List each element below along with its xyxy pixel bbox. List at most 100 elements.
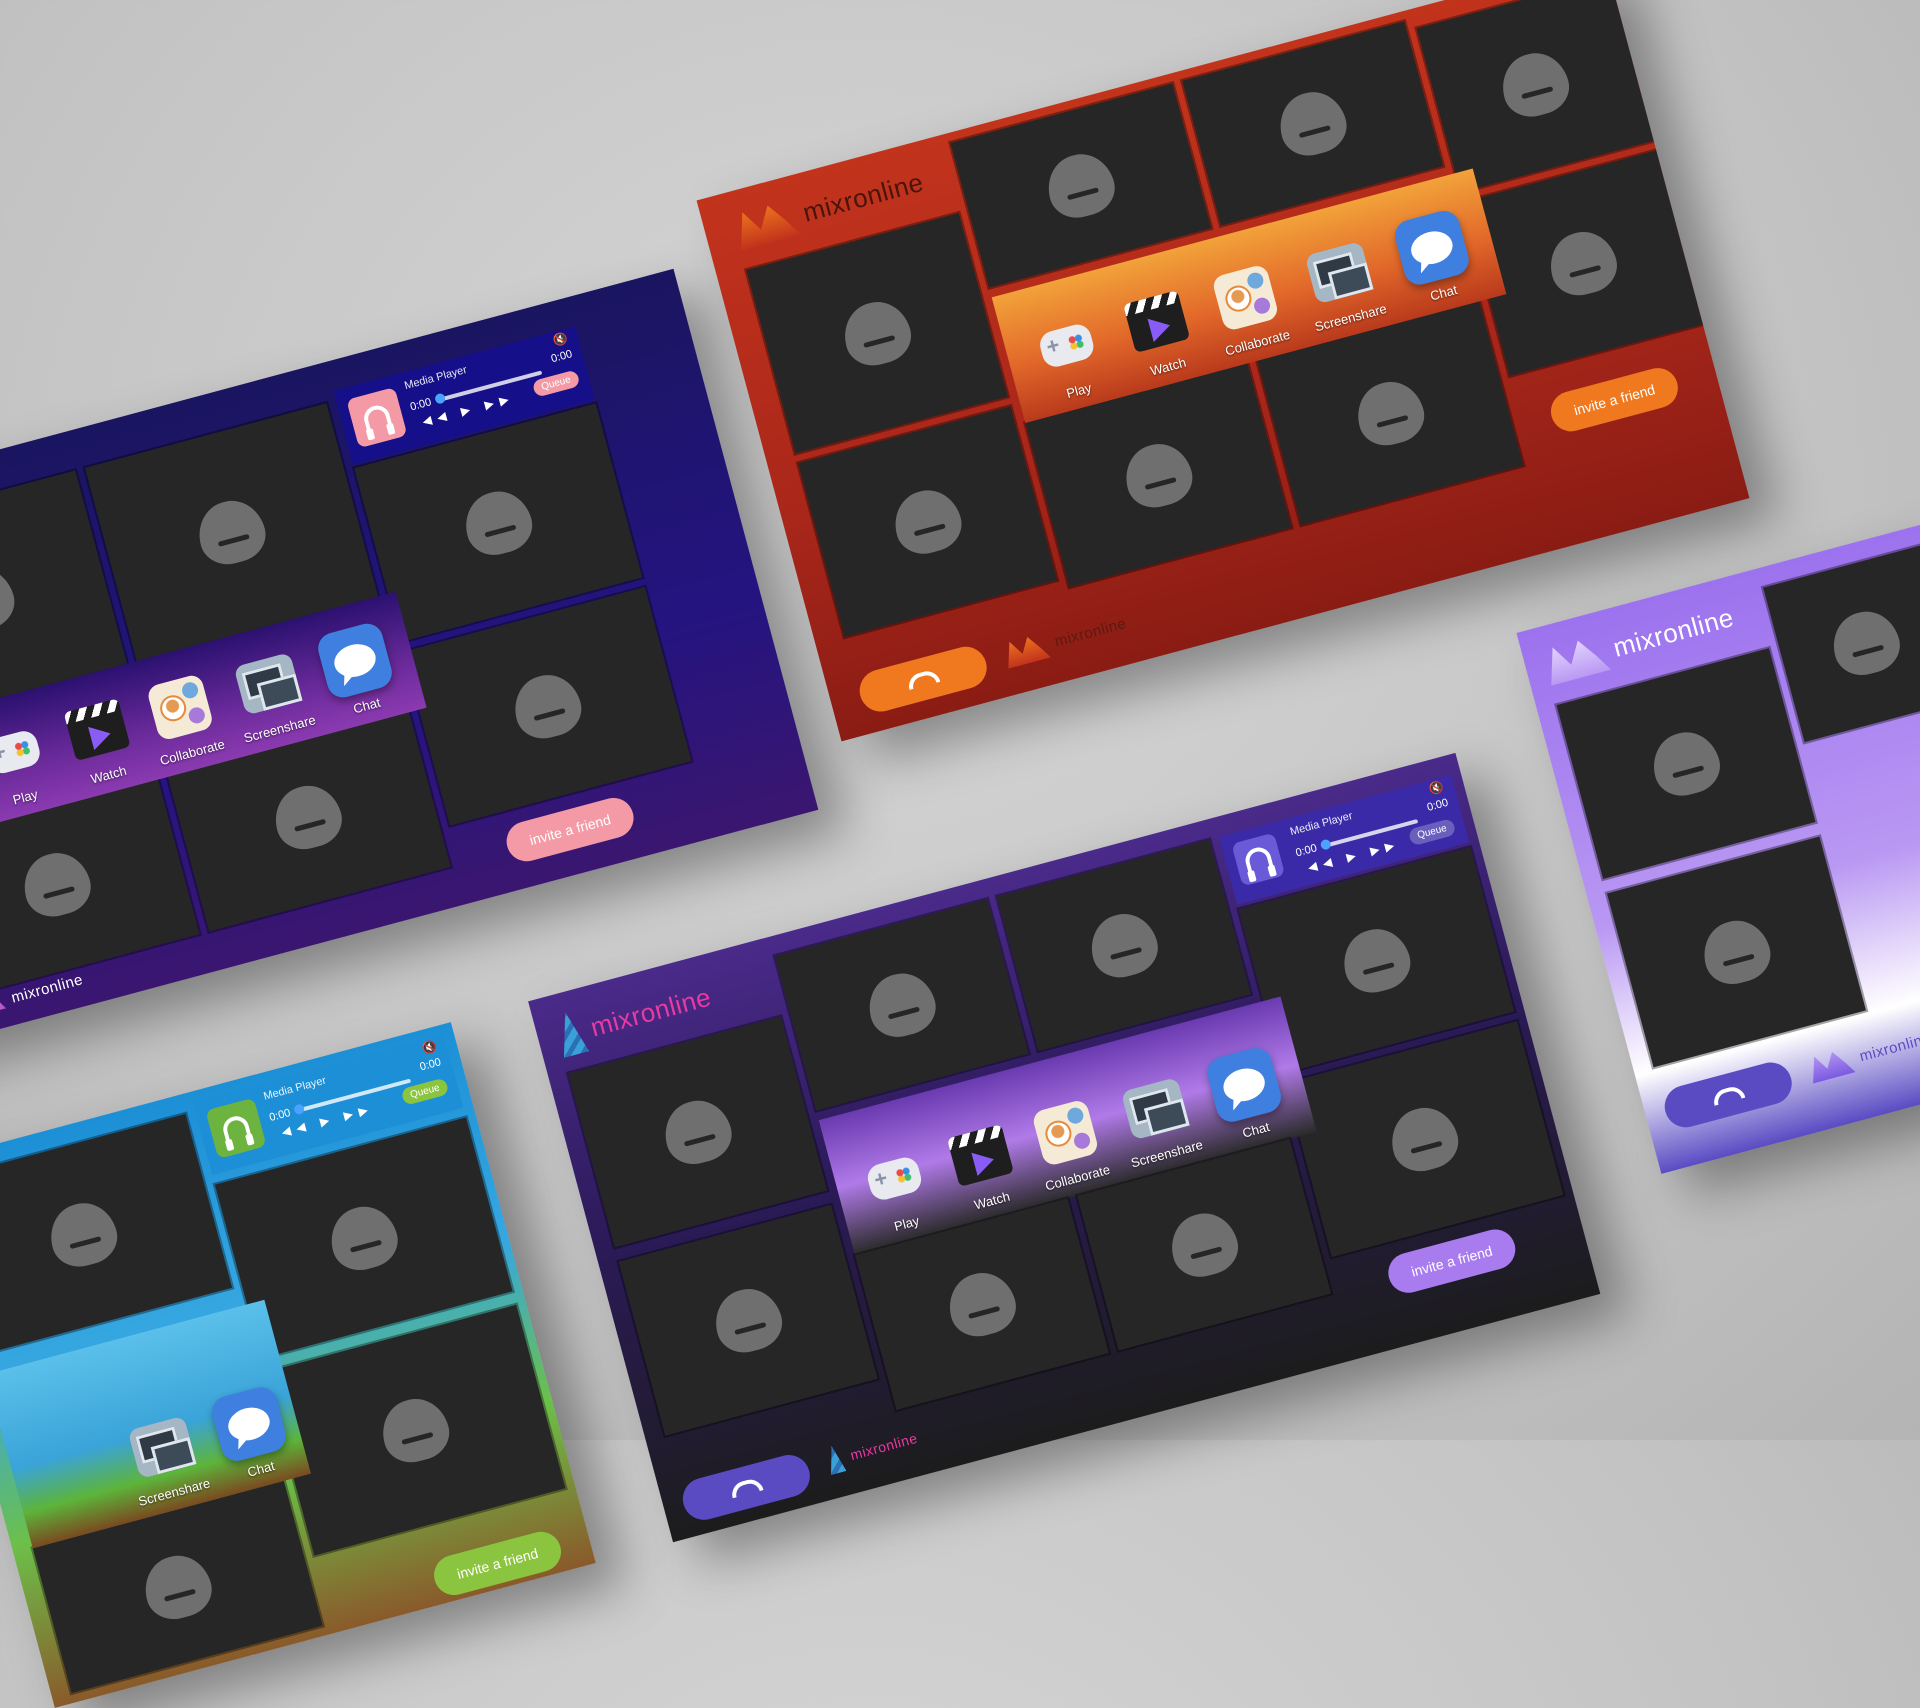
app-play[interactable]: Play xyxy=(0,712,59,813)
participant-avatar-icon xyxy=(1696,913,1777,991)
app-screenshare[interactable]: Screenshare xyxy=(118,1406,212,1509)
clapperboard-icon xyxy=(63,698,131,762)
app-screenshare[interactable]: Screenshare xyxy=(1295,231,1388,334)
video-tile[interactable] xyxy=(616,1202,881,1439)
video-tile[interactable] xyxy=(1760,541,1920,745)
brand-logo-footer: mixronline xyxy=(1806,1024,1920,1083)
phone-icon xyxy=(1710,1084,1746,1106)
app-screenshare[interactable]: Screenshare xyxy=(1111,1067,1204,1171)
video-tile[interactable] xyxy=(565,1013,830,1250)
participant-avatar-icon xyxy=(1272,84,1353,162)
video-tile[interactable] xyxy=(1554,645,1818,882)
participant-avatar-icon xyxy=(1646,725,1726,803)
participant-avatar-icon xyxy=(323,1199,404,1277)
party-hat-icon xyxy=(824,1444,847,1475)
app-collaborate[interactable]: Collaborate xyxy=(1205,257,1292,358)
chat-bubble-icon xyxy=(1407,226,1457,269)
mixr-logo-icon xyxy=(1541,631,1611,686)
lilac-board: mixronline mixronline xyxy=(1516,524,1920,1174)
party-board: mixronline Media Player 🔇 0:00 0:00 ◀◀ ▶… xyxy=(528,752,1601,1543)
mute-icon[interactable]: 🔇 xyxy=(1427,779,1445,796)
video-tile[interactable] xyxy=(1460,147,1706,379)
brand-logo-footer: mixronline xyxy=(824,1424,921,1475)
headphones-icon xyxy=(361,402,393,433)
app-play[interactable]: Play xyxy=(1026,305,1112,406)
app-watch[interactable]: Watch xyxy=(940,1115,1026,1216)
mixr-logo-icon xyxy=(0,993,6,1015)
app-chat[interactable]: Chat xyxy=(1391,207,1477,308)
app-collaborate[interactable]: Collaborate xyxy=(1025,1092,1112,1194)
participant-avatar-icon xyxy=(43,1195,124,1273)
participant-avatar-icon xyxy=(268,778,348,856)
headphones-icon xyxy=(1242,844,1274,875)
participant-avatar-icon xyxy=(507,667,588,745)
app-watch[interactable]: Watch xyxy=(56,689,142,790)
mockup-scene: Play Watch Collaborate Screenshare Chat … xyxy=(0,0,1920,1708)
participant-avatar-icon xyxy=(137,1548,218,1626)
chat-bubble-icon xyxy=(224,1403,274,1445)
app-screenshare[interactable]: Screenshare xyxy=(224,643,317,746)
end-call-button[interactable] xyxy=(1659,1057,1797,1133)
invite-friend-button[interactable]: invite a friend xyxy=(429,1527,566,1600)
screenshare-icon xyxy=(1120,1077,1190,1141)
clapperboard-icon xyxy=(1122,290,1190,354)
brand-logo-footer: mixronline xyxy=(1001,609,1129,668)
player-artwork xyxy=(1231,832,1286,887)
pixel-board: Media Player 🔇 0:00 0:00 ◀◀ ▶ ▶▶ Queue S… xyxy=(0,1022,596,1708)
participant-avatar-icon xyxy=(837,294,917,372)
gamepad-icon xyxy=(1037,321,1097,370)
mixr-logo-icon xyxy=(1001,630,1051,668)
seek-handle[interactable] xyxy=(1319,838,1332,851)
collaborate-icon xyxy=(1031,1098,1100,1168)
participant-avatar-icon xyxy=(1083,906,1164,984)
participant-avatar-icon xyxy=(1350,374,1431,452)
participant-avatar-icon xyxy=(1495,46,1576,123)
phone-icon xyxy=(905,668,941,691)
party-hat-icon xyxy=(553,1009,590,1058)
player-artwork xyxy=(205,1097,267,1159)
player-artwork xyxy=(346,387,408,449)
participant-avatar-icon xyxy=(191,493,272,571)
app-watch[interactable]: Watch xyxy=(1116,281,1202,382)
participant-avatar-icon xyxy=(861,966,942,1044)
mute-icon[interactable]: 🔇 xyxy=(551,331,569,348)
video-tile[interactable] xyxy=(1604,833,1869,1070)
participant-avatar-icon xyxy=(1164,1206,1245,1284)
participant-avatar-icon xyxy=(708,1281,789,1359)
mixr-logo-icon xyxy=(1806,1045,1856,1083)
headphones-icon xyxy=(220,1113,252,1144)
participant-avatar-icon xyxy=(1543,224,1623,302)
seek-handle[interactable] xyxy=(293,1103,306,1116)
app-chat[interactable]: Chat xyxy=(208,1383,295,1485)
end-call-button[interactable] xyxy=(678,1450,815,1525)
screenshare-icon xyxy=(233,652,303,716)
app-chat[interactable]: Chat xyxy=(1203,1044,1289,1146)
participant-avatar-icon xyxy=(657,1093,738,1171)
gamepad-icon xyxy=(0,728,44,777)
synthwave-board: Play Watch Collaborate Screenshare Chat … xyxy=(0,268,819,1048)
mute-icon[interactable]: 🔇 xyxy=(420,1039,438,1056)
participant-avatar-icon xyxy=(1384,1100,1465,1178)
participant-avatar-icon xyxy=(1336,921,1417,999)
phone-icon xyxy=(729,1476,764,1499)
participant-avatar-icon xyxy=(16,845,97,923)
seek-handle[interactable] xyxy=(433,392,447,405)
participant-avatar-icon xyxy=(1040,147,1121,225)
invite-friend-button[interactable]: invite a friend xyxy=(1546,363,1683,436)
clapperboard-icon xyxy=(946,1124,1014,1188)
collaborate-icon xyxy=(1211,263,1280,332)
participant-avatar-icon xyxy=(0,560,21,638)
participant-avatar-icon xyxy=(887,483,968,561)
app-chat[interactable]: Chat xyxy=(314,620,400,721)
collaborate-icon xyxy=(145,673,215,742)
screenshare-icon xyxy=(1304,241,1374,305)
participant-avatar-icon xyxy=(458,484,539,562)
end-call-button[interactable] xyxy=(854,642,992,717)
participant-avatar-icon xyxy=(1826,604,1906,682)
participant-avatar-icon xyxy=(375,1391,456,1469)
participant-avatar-icon xyxy=(1118,436,1199,514)
screenshare-icon xyxy=(127,1415,197,1479)
app-play[interactable]: Play xyxy=(854,1138,940,1239)
participant-avatar-icon xyxy=(942,1265,1022,1343)
app-collaborate[interactable]: Collaborate xyxy=(140,667,226,768)
